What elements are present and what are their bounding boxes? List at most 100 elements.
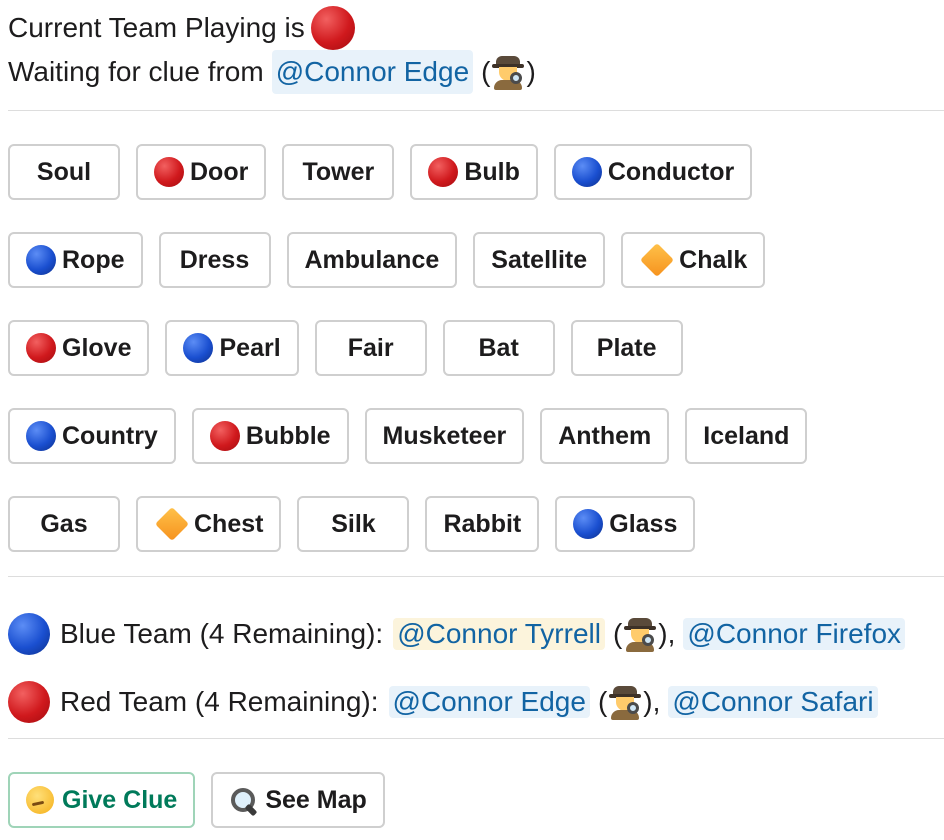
blue-circle-icon bbox=[26, 245, 56, 275]
current-team-line: Current Team Playing is bbox=[8, 6, 536, 50]
action-bar: Give Clue See Map bbox=[8, 772, 385, 828]
detective-icon bbox=[490, 54, 526, 90]
orange-diamond-icon bbox=[155, 507, 189, 541]
detective-icon bbox=[622, 616, 658, 652]
board-row: Rope Dress Ambulance Satellite Chalk bbox=[8, 232, 807, 288]
team-roster: Blue Team (4 Remaining): @Connor Tyrrell… bbox=[8, 610, 906, 746]
word-label: Glass bbox=[609, 509, 678, 538]
word-card-bat[interactable]: Bat bbox=[442, 320, 555, 376]
orange-diamond-icon bbox=[640, 243, 675, 277]
word-card-plate[interactable]: Plate bbox=[570, 320, 683, 376]
magnifying-glass-icon bbox=[229, 786, 257, 814]
waiting-line: Waiting for clue from @Connor Edge ( ) bbox=[8, 50, 536, 94]
word-card-tower[interactable]: Tower bbox=[282, 144, 395, 200]
blue-member-mention[interactable]: @Connor Firefox bbox=[683, 618, 906, 650]
paren-open: ( bbox=[597, 686, 608, 717]
red-member-mention[interactable]: @Connor Safari bbox=[668, 686, 878, 718]
blue-circle-icon bbox=[183, 333, 214, 363]
paren-open: ( bbox=[612, 618, 623, 649]
blue-team-line: Blue Team (4 Remaining): @Connor Tyrrell… bbox=[8, 610, 906, 658]
detective-icon bbox=[607, 684, 643, 720]
word-label: Tower bbox=[302, 157, 375, 186]
current-team-label: Current Team Playing is bbox=[8, 12, 305, 43]
red-circle-icon bbox=[154, 157, 184, 187]
red-circle-icon bbox=[310, 6, 355, 50]
word-card-country[interactable]: Country bbox=[8, 408, 176, 464]
word-card-door[interactable]: Door bbox=[136, 144, 267, 200]
word-card-dress[interactable]: Dress bbox=[158, 232, 271, 288]
board-row: Country Bubble Musketeer Anthem Iceland bbox=[8, 408, 808, 464]
blue-circle-icon bbox=[26, 421, 56, 451]
word-label: Iceland bbox=[703, 421, 790, 450]
word-label: Pearl bbox=[219, 333, 281, 362]
paren-close: ), bbox=[643, 686, 661, 717]
word-card-bulb[interactable]: Bulb bbox=[410, 144, 538, 200]
red-spymaster-mention[interactable]: @Connor Edge bbox=[388, 686, 590, 718]
red-team-label: Red Team (4 Remaining): bbox=[60, 686, 379, 717]
word-label: Musketeer bbox=[382, 421, 507, 450]
word-card-ambulance[interactable]: Ambulance bbox=[286, 232, 458, 288]
see-map-button[interactable]: See Map bbox=[211, 772, 385, 828]
word-board: Soul Door Tower Bulb Conductor Rope Dress Ambul… bbox=[8, 144, 808, 584]
word-card-fair[interactable]: Fair bbox=[314, 320, 427, 376]
word-card-gas[interactable]: Gas bbox=[8, 496, 120, 552]
blue-circle-icon bbox=[571, 157, 602, 187]
thinking-face-icon bbox=[26, 786, 54, 814]
word-card-pearl[interactable]: Pearl bbox=[165, 320, 299, 376]
word-label: Chalk bbox=[679, 245, 748, 274]
word-label: Soul bbox=[36, 157, 92, 186]
word-label: Satellite bbox=[491, 245, 588, 274]
board-row: Glove Pearl Fair Bat Plate bbox=[8, 320, 807, 376]
divider-middle bbox=[8, 576, 944, 577]
waiting-user-mention[interactable]: @Connor Edge bbox=[271, 50, 474, 94]
give-clue-label: Give Clue bbox=[62, 785, 178, 814]
red-circle-icon bbox=[26, 333, 56, 363]
word-card-chest[interactable]: Chest bbox=[136, 496, 282, 552]
word-label: Gas bbox=[40, 509, 88, 538]
word-label: Rope bbox=[62, 245, 125, 274]
divider-top bbox=[8, 110, 944, 111]
game-status: Current Team Playing is Waiting for clue… bbox=[8, 6, 536, 94]
word-label: Silk bbox=[331, 509, 376, 538]
red-circle-icon bbox=[8, 681, 50, 723]
waiting-label: Waiting for clue from bbox=[8, 56, 264, 87]
word-label: Ambulance bbox=[304, 245, 440, 274]
red-team-line: Red Team (4 Remaining): @Connor Edge ( )… bbox=[8, 678, 905, 726]
word-label: Conductor bbox=[607, 157, 735, 186]
blue-circle-icon bbox=[8, 613, 50, 655]
paren-close: ) bbox=[526, 56, 536, 87]
word-label: Bat bbox=[478, 333, 519, 362]
word-card-musketeer[interactable]: Musketeer bbox=[364, 408, 525, 464]
blue-spymaster-mention[interactable]: @Connor Tyrrell bbox=[393, 618, 605, 650]
see-map-label: See Map bbox=[265, 785, 367, 814]
word-card-soul[interactable]: Soul bbox=[8, 144, 120, 200]
word-card-iceland[interactable]: Iceland bbox=[685, 408, 808, 464]
word-card-chalk[interactable]: Chalk bbox=[621, 232, 766, 288]
word-label: Bubble bbox=[245, 421, 331, 450]
word-card-rope[interactable]: Rope bbox=[8, 232, 143, 288]
word-label: Glove bbox=[62, 333, 132, 362]
word-label: Anthem bbox=[558, 421, 652, 450]
word-card-anthem[interactable]: Anthem bbox=[540, 408, 670, 464]
word-label: Rabbit bbox=[443, 509, 522, 538]
blue-team-label: Blue Team (4 Remaining): bbox=[60, 618, 384, 649]
red-circle-icon bbox=[209, 421, 240, 451]
red-circle-icon bbox=[428, 157, 459, 187]
word-label: Door bbox=[190, 157, 249, 186]
board-row: Soul Door Tower Bulb Conductor bbox=[8, 144, 807, 200]
word-label: Country bbox=[62, 421, 158, 450]
word-card-satellite[interactable]: Satellite bbox=[473, 232, 606, 288]
word-label: Fair bbox=[347, 333, 394, 362]
word-label: Dress bbox=[179, 245, 250, 274]
give-clue-button[interactable]: Give Clue bbox=[8, 772, 196, 828]
paren-open: ( bbox=[481, 56, 491, 87]
blue-circle-icon bbox=[573, 509, 604, 539]
word-label: Plate bbox=[596, 333, 657, 362]
word-card-glove[interactable]: Glove bbox=[8, 320, 150, 376]
word-card-bubble[interactable]: Bubble bbox=[191, 408, 349, 464]
word-card-rabbit[interactable]: Rabbit bbox=[425, 496, 540, 552]
word-card-silk[interactable]: Silk bbox=[297, 496, 410, 552]
word-card-glass[interactable]: Glass bbox=[555, 496, 696, 552]
word-card-conductor[interactable]: Conductor bbox=[553, 144, 753, 200]
board-row: Gas Chest Silk Rabbit Glass bbox=[8, 496, 807, 552]
